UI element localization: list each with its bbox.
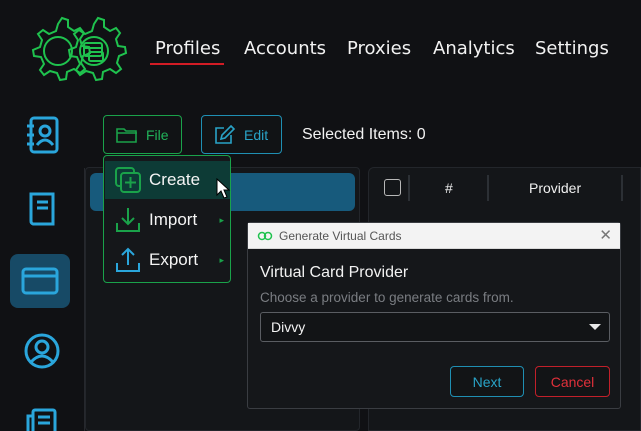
nav-profiles[interactable]: Profiles xyxy=(155,38,220,59)
menu-item-create-label: Create xyxy=(149,170,201,189)
user-circle-icon xyxy=(24,333,60,369)
menu-item-import[interactable]: Import ▸ xyxy=(105,201,230,239)
column-separator xyxy=(621,175,623,201)
nav-accounts[interactable]: Accounts xyxy=(244,38,326,59)
book-icon xyxy=(29,192,55,226)
download-icon xyxy=(116,208,140,232)
column-header-index[interactable]: # xyxy=(445,180,453,196)
edit-button-label: Edit xyxy=(244,126,269,143)
column-separator xyxy=(487,175,489,201)
nav-analytics[interactable]: Analytics xyxy=(433,38,515,59)
folder-icon xyxy=(116,127,137,143)
edit-button[interactable]: Edit xyxy=(201,115,282,154)
submenu-arrow-icon: ▸ xyxy=(219,214,224,225)
submenu-arrow-icon: ▸ xyxy=(219,254,224,265)
app-window: Profiles Accounts Proxies Analytics Sett… xyxy=(0,0,641,431)
provider-select-value: Divvy xyxy=(271,319,306,335)
menu-item-import-label: Import xyxy=(149,210,198,229)
cancel-button[interactable]: Cancel xyxy=(535,366,610,397)
menu-item-export-label: Export xyxy=(149,250,199,269)
selected-items-count: Selected Items: 0 xyxy=(302,126,426,143)
column-header-provider[interactable]: Provider xyxy=(529,180,581,196)
sidebar-item-logs[interactable] xyxy=(14,396,70,431)
column-separator xyxy=(408,175,410,201)
menu-item-create[interactable]: Create xyxy=(105,161,230,199)
address-book-icon xyxy=(27,116,59,154)
upload-icon xyxy=(116,247,140,272)
select-all-checkbox[interactable] xyxy=(384,179,401,196)
menu-item-export[interactable]: Export ▸ xyxy=(105,241,230,279)
close-icon[interactable]: ✕ xyxy=(599,227,612,245)
nav-settings[interactable]: Settings xyxy=(535,38,609,59)
nav-active-indicator xyxy=(150,63,224,65)
app-icon xyxy=(257,231,273,240)
generate-virtual-cards-dialog: Generate Virtual Cards ✕ Virtual Card Pr… xyxy=(247,222,621,409)
edit-icon xyxy=(215,124,236,144)
mouse-cursor-icon xyxy=(216,178,231,199)
credit-card-icon xyxy=(21,267,59,295)
dialog-titlebar: Generate Virtual Cards ✕ xyxy=(248,223,620,249)
sidebar-item-accounts[interactable] xyxy=(14,182,70,236)
newspaper-icon xyxy=(26,408,57,431)
nav-proxies[interactable]: Proxies xyxy=(347,38,411,59)
file-menu: Create Import ▸ Export ▸ xyxy=(103,155,231,283)
logo-gears-icon xyxy=(31,16,128,82)
chevron-down-icon xyxy=(589,324,601,330)
next-button[interactable]: Next xyxy=(450,366,524,397)
file-button[interactable]: File xyxy=(103,115,182,154)
file-button-label: File xyxy=(146,126,169,143)
add-square-icon xyxy=(115,167,141,193)
sidebar-item-users[interactable] xyxy=(14,324,70,378)
dialog-subtitle: Choose a provider to generate cards from… xyxy=(260,290,514,305)
sidebar-item-profiles[interactable] xyxy=(14,108,70,162)
provider-select[interactable]: Divvy xyxy=(260,312,610,342)
dialog-heading: Virtual Card Provider xyxy=(260,264,409,281)
dialog-title: Generate Virtual Cards xyxy=(279,228,402,243)
sidebar-item-cards[interactable] xyxy=(10,254,70,308)
